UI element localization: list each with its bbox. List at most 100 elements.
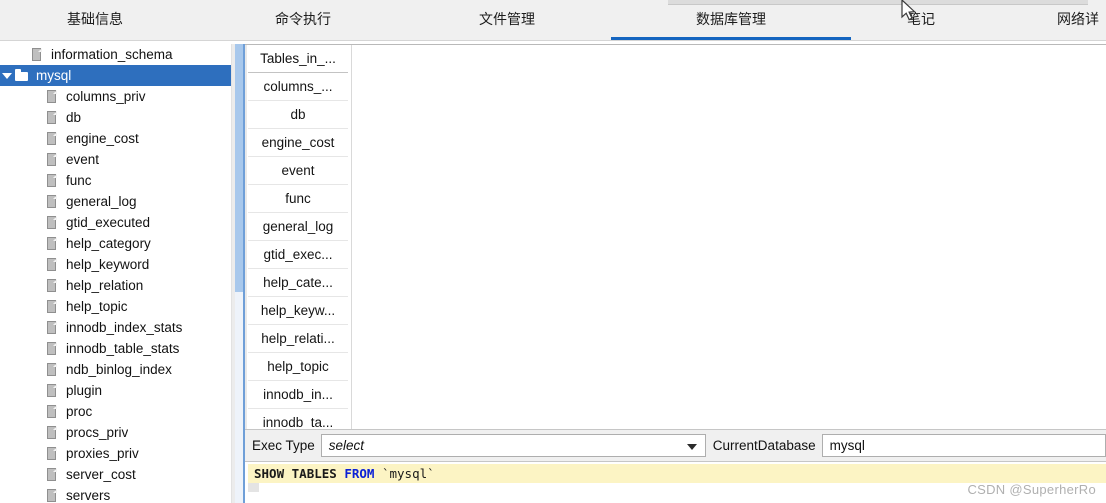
tree-item-information-schema[interactable]: information_schema: [0, 44, 231, 65]
results-row-cell[interactable]: help_topic: [248, 353, 348, 381]
table-icon: [44, 383, 60, 399]
table-icon: [44, 278, 60, 294]
tree-item-label: db: [66, 110, 82, 125]
tree-item-label: plugin: [66, 383, 103, 398]
results-column[interactable]: Tables_in_... columns_... db engine_cost eve…: [248, 45, 348, 429]
tree-item-gtid-executed[interactable]: gtid_executed: [0, 212, 231, 233]
table-icon: [44, 131, 60, 147]
results-row-cell[interactable]: engine_cost: [248, 129, 348, 157]
tab-3[interactable]: 数据库管理: [696, 9, 766, 29]
tab-4[interactable]: 笔记: [907, 9, 935, 29]
table-icon: [44, 404, 60, 420]
table-icon: [44, 173, 60, 189]
results-row-cell[interactable]: innodb_in...: [248, 381, 348, 409]
tree-item-engine-cost[interactable]: engine_cost: [0, 128, 231, 149]
sql-keyword-from: FROM: [344, 466, 375, 481]
watermark-text: CSDN @SuperherRo: [967, 482, 1096, 497]
results-row-cell[interactable]: help_relati...: [248, 325, 348, 353]
tree-item-label: innodb_table_stats: [66, 341, 180, 356]
exec-type-select[interactable]: select: [320, 434, 706, 457]
tree-item-label: general_log: [66, 194, 137, 209]
tree-item-ndb-binlog-index[interactable]: ndb_binlog_index: [0, 359, 231, 380]
tree-item-label: event: [66, 152, 100, 167]
tree-item-label: help_topic: [66, 299, 128, 314]
tree-item-servers[interactable]: servers: [0, 485, 231, 503]
table-icon: [44, 362, 60, 378]
exec-type-value: select: [328, 438, 365, 453]
table-icon: [44, 257, 60, 273]
tree-item-label: proxies_priv: [66, 446, 139, 461]
grid-column-divider: [351, 45, 352, 429]
tree-item-label: help_category: [66, 236, 151, 251]
results-row-cell[interactable]: gtid_exec...: [248, 241, 348, 269]
tree-item-func[interactable]: func: [0, 170, 231, 191]
tree-item-help-topic[interactable]: help_topic: [0, 296, 231, 317]
exec-type-label: Exec Type: [252, 438, 315, 453]
tree-item-db[interactable]: db: [0, 107, 231, 128]
tree-item-help-relation[interactable]: help_relation: [0, 275, 231, 296]
query-results-grid[interactable]: Tables_in_... columns_... db engine_cost eve…: [245, 44, 1106, 429]
tree-item-label: information_schema: [51, 47, 173, 62]
results-column-header[interactable]: Tables_in_...: [248, 45, 348, 73]
table-icon: [44, 320, 60, 336]
sql-editor-line[interactable]: SHOW TABLES FROM `mysql`: [248, 464, 1106, 483]
main-panel: Tables_in_... columns_... db engine_cost eve…: [245, 44, 1106, 503]
folder-icon: [14, 68, 30, 84]
tab-2[interactable]: 文件管理: [479, 9, 535, 29]
current-database-label: CurrentDatabase: [712, 438, 816, 453]
current-database-input[interactable]: mysql: [821, 434, 1106, 457]
table-icon: [44, 152, 60, 168]
database-tree-sidebar[interactable]: information_schemamysql columns_privdb eng…: [0, 44, 232, 503]
tree-item-proc[interactable]: proc: [0, 401, 231, 422]
table-icon: [44, 236, 60, 252]
tree-item-help-category[interactable]: help_category: [0, 233, 231, 254]
chevron-down-icon[interactable]: [686, 443, 697, 450]
scrollbar-thumb[interactable]: [235, 44, 243, 292]
current-database-value: mysql: [829, 438, 865, 453]
tree-item-help-keyword[interactable]: help_keyword: [0, 254, 231, 275]
tree-item-mysql[interactable]: mysql: [0, 65, 231, 86]
tree-item-label: procs_priv: [66, 425, 129, 440]
table-icon: [44, 425, 60, 441]
tree-item-columns-priv[interactable]: columns_priv: [0, 86, 231, 107]
tree-item-event[interactable]: event: [0, 149, 231, 170]
tree-item-general-log[interactable]: general_log: [0, 191, 231, 212]
tree-item-label: gtid_executed: [66, 215, 151, 230]
chevron-down-icon[interactable]: [2, 72, 12, 79]
table-icon: [44, 194, 60, 210]
tree-item-proxies-priv[interactable]: proxies_priv: [0, 443, 231, 464]
table-icon: [29, 47, 45, 63]
sql-target-identifier: `mysql`: [381, 466, 435, 481]
results-row-cell[interactable]: event: [248, 157, 348, 185]
tree-item-innodb-index-stats[interactable]: innodb_index_stats: [0, 317, 231, 338]
tree-item-plugin[interactable]: plugin: [0, 380, 231, 401]
tree-item-label: servers: [66, 488, 111, 503]
tree-item-label: help_relation: [66, 278, 144, 293]
results-row-cell[interactable]: db: [248, 101, 348, 129]
sql-keyword-tables: TABLES: [291, 466, 337, 481]
main-tabbar: 基础信息 命令执行 文件管理 数据库管理 笔记 网络详: [0, 0, 1106, 41]
results-row-cell[interactable]: help_cate...: [248, 269, 348, 297]
active-tab-underline: [611, 37, 851, 40]
tree-item-procs-priv[interactable]: procs_priv: [0, 422, 231, 443]
tree-item-innodb-table-stats[interactable]: innodb_table_stats: [0, 338, 231, 359]
results-row-cell[interactable]: innodb_ta...: [248, 409, 348, 429]
tab-1[interactable]: 命令执行: [275, 9, 331, 29]
table-icon: [44, 488, 60, 503]
results-row-cell[interactable]: help_keyw...: [248, 297, 348, 325]
tree-item-server-cost[interactable]: server_cost: [0, 464, 231, 485]
tree-item-label: innodb_index_stats: [66, 320, 183, 335]
tab-0[interactable]: 基础信息: [67, 9, 123, 29]
table-icon: [44, 89, 60, 105]
window-top-stub: [668, 0, 1088, 5]
sidebar-scrollbar[interactable]: [232, 44, 245, 503]
table-icon: [44, 299, 60, 315]
results-row-cell[interactable]: func: [248, 185, 348, 213]
tab-5[interactable]: 网络详: [1057, 9, 1099, 29]
tree-expander-toggle[interactable]: [0, 72, 14, 79]
tree-item-label: columns_priv: [66, 89, 146, 104]
results-row-cell[interactable]: columns_...: [248, 73, 348, 101]
tree-item-label: help_keyword: [66, 257, 150, 272]
tree-item-label: ndb_binlog_index: [66, 362, 172, 377]
results-row-cell[interactable]: general_log: [248, 213, 348, 241]
